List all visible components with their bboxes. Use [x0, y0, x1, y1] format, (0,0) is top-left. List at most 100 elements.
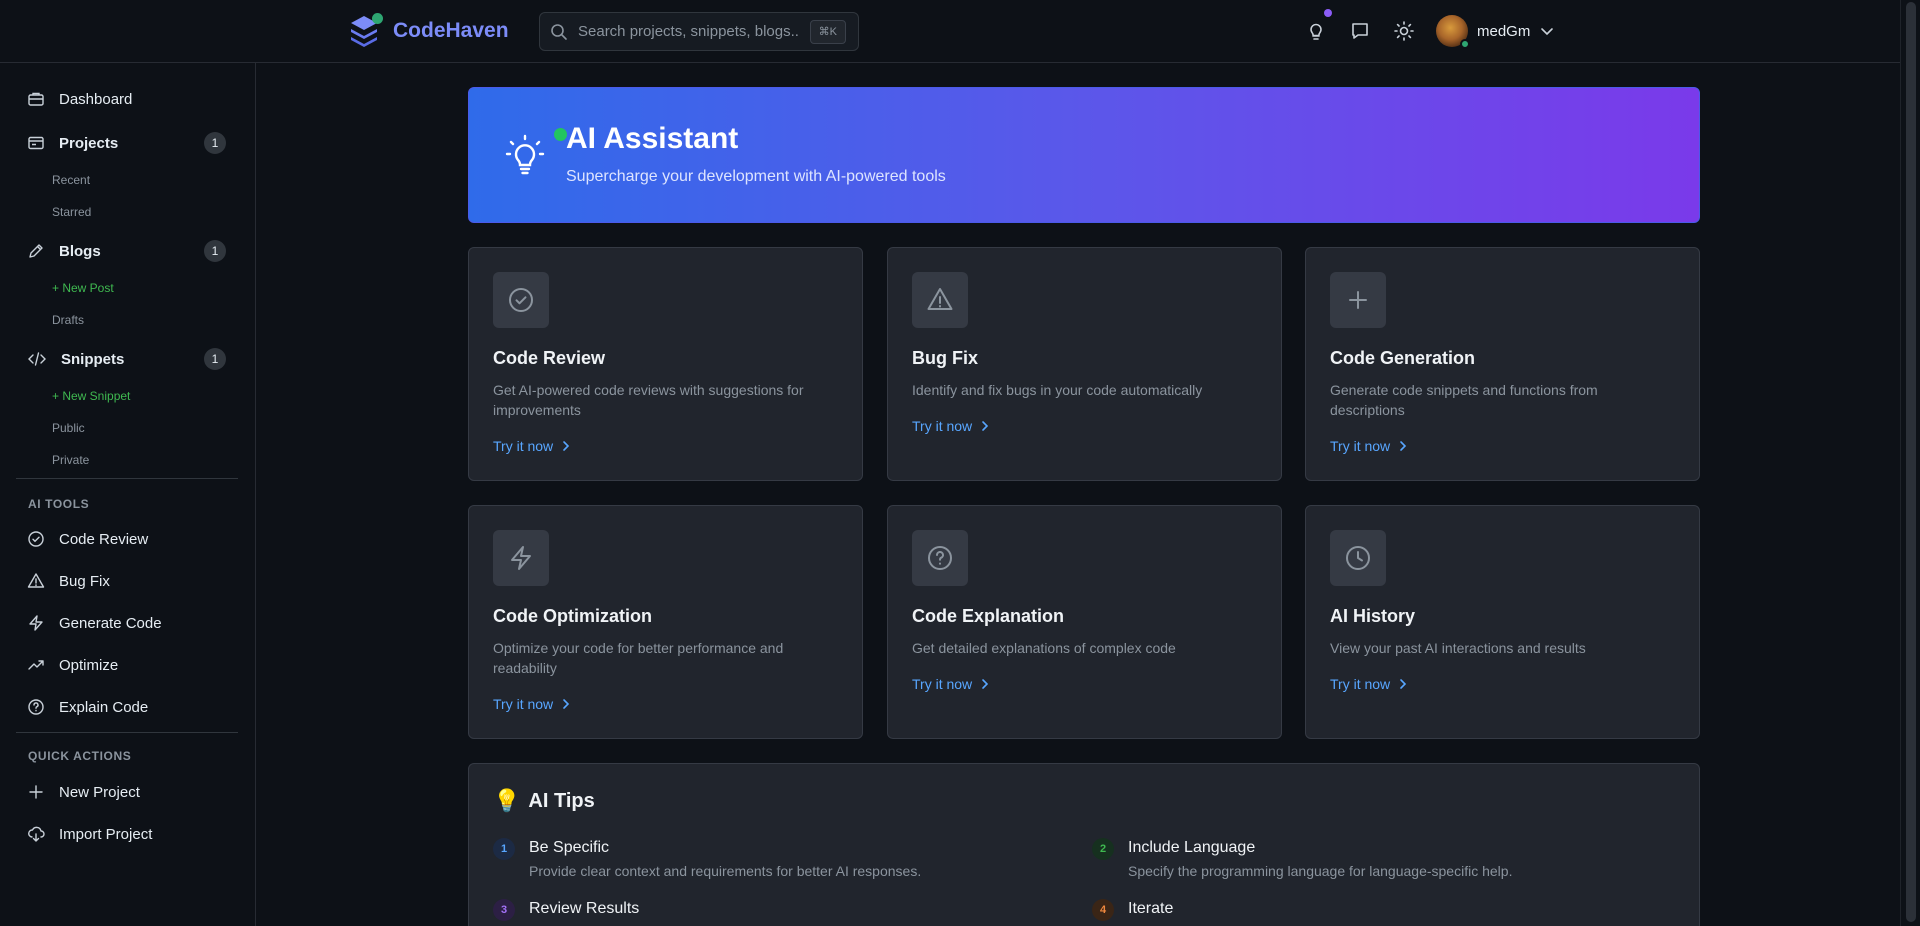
sidebar-subitem-drafts[interactable]: Drafts	[52, 313, 84, 327]
sidebar-item-label: Snippets	[61, 350, 125, 368]
sidebar-item-bug-fix[interactable]: Bug Fix	[27, 569, 110, 593]
sidebar-subitem-new-snippet[interactable]: + New Snippet	[52, 389, 130, 403]
try-it-now-link[interactable]: Try it now	[1330, 676, 1408, 692]
quick-actions-heading: QUICK ACTIONS	[28, 749, 132, 763]
ai-assistant-button[interactable]	[1304, 9, 1332, 43]
sun-icon	[1392, 19, 1416, 43]
try-it-now-link[interactable]: Try it now	[912, 676, 990, 692]
trending-up-icon	[27, 656, 45, 674]
sidebar: Dashboard Projects 1 Recent Starred Blog…	[0, 63, 256, 926]
blogs-count-badge: 1	[204, 240, 226, 262]
try-it-now-link[interactable]: Try it now	[1330, 438, 1408, 454]
card-description: Get detailed explanations of complex cod…	[912, 640, 1176, 656]
try-it-now-link[interactable]: Try it now	[493, 438, 571, 454]
link-label: Try it now	[1330, 676, 1391, 692]
card-ai-history[interactable]: AI History View your past AI interaction…	[1305, 505, 1700, 739]
theme-toggle-button[interactable]	[1392, 19, 1416, 43]
tips-heading: AI Tips	[528, 789, 595, 812]
chevron-right-icon	[553, 698, 571, 710]
card-icon-tile	[1330, 272, 1386, 328]
avatar	[1436, 15, 1470, 49]
snippets-count-badge: 1	[204, 348, 226, 370]
card-icon-tile	[1330, 530, 1386, 586]
question-circle-icon	[27, 698, 45, 716]
sidebar-subitem-starred[interactable]: Starred	[52, 205, 91, 219]
briefcase-icon	[27, 90, 45, 108]
card-description: View your past AI interactions and resul…	[1330, 640, 1586, 656]
chevron-right-icon	[972, 420, 990, 432]
sidebar-item-dashboard[interactable]: Dashboard	[27, 87, 132, 111]
sidebar-item-generate-code[interactable]: Generate Code	[27, 611, 162, 635]
notification-dot	[1324, 9, 1332, 17]
card-code-optimization[interactable]: Code Optimization Optimize your code for…	[468, 505, 863, 739]
pencil-icon	[27, 242, 45, 260]
sidebar-item-label: Explain Code	[59, 698, 149, 716]
card-description: Identify and fix bugs in your code autom…	[912, 382, 1203, 398]
tip-description: Specify the programming language for lan…	[1128, 863, 1513, 879]
card-title: Bug Fix	[912, 348, 978, 368]
username: medGm	[1477, 22, 1531, 40]
sidebar-item-label: Bug Fix	[59, 572, 110, 590]
try-it-now-link[interactable]: Try it now	[493, 696, 571, 712]
card-title: Code Explanation	[912, 606, 1065, 626]
sidebar-item-label: Optimize	[59, 656, 119, 674]
sidebar-item-new-project[interactable]: New Project	[27, 780, 140, 804]
projects-count-badge: 1	[204, 132, 226, 154]
card-icon-tile	[493, 272, 549, 328]
chevron-down-icon	[1540, 24, 1554, 38]
card-description: Get AI-powered code reviews with suggest…	[493, 382, 804, 418]
chevron-right-icon	[972, 678, 990, 690]
chevron-right-icon	[1390, 678, 1408, 690]
card-icon-tile	[912, 272, 968, 328]
sidebar-item-explain-code[interactable]: Explain Code	[27, 695, 148, 719]
page-scrollbar[interactable]	[1900, 0, 1920, 926]
lightbulb-emoji-icon: 💡	[493, 788, 521, 813]
lightning-icon	[507, 544, 535, 572]
cloud-download-icon	[27, 825, 45, 843]
sidebar-item-optimize[interactable]: Optimize	[27, 653, 118, 677]
online-status-dot	[1460, 39, 1470, 49]
sidebar-subitem-new-post[interactable]: + New Post	[52, 281, 114, 295]
link-label: Try it now	[1330, 438, 1391, 454]
messages-button[interactable]	[1348, 19, 1372, 43]
chat-icon	[1348, 19, 1372, 43]
card-icon-tile	[493, 530, 549, 586]
folder-card-icon	[27, 134, 45, 152]
app-logo[interactable]: CodeHaven	[349, 13, 509, 48]
card-title: Code Generation	[1330, 348, 1476, 368]
sidebar-subitem-private[interactable]: Private	[52, 453, 89, 467]
search-icon	[550, 23, 568, 41]
card-code-review[interactable]: Code Review Get AI-powered code reviews …	[468, 247, 863, 481]
card-code-explanation[interactable]: Code Explanation Get detailed explanatio…	[887, 505, 1282, 739]
card-bug-fix[interactable]: Bug Fix Identify and fix bugs in your co…	[887, 247, 1282, 481]
sidebar-item-code-review[interactable]: Code Review	[27, 527, 148, 551]
sidebar-item-label: Generate Code	[59, 614, 162, 632]
check-circle-icon	[507, 286, 535, 314]
code-icon	[27, 350, 47, 368]
plus-icon	[27, 783, 45, 801]
search-box[interactable]: ⌘K	[539, 12, 859, 51]
clock-icon	[1344, 544, 1372, 572]
scrollbar-thumb[interactable]	[1906, 2, 1916, 922]
sidebar-divider	[16, 732, 238, 733]
page-subtitle: Supercharge your development with AI-pow…	[566, 168, 946, 185]
layers-logo-icon	[349, 13, 383, 48]
sidebar-subitem-recent[interactable]: Recent	[52, 173, 90, 187]
sidebar-item-label: Projects	[59, 134, 119, 152]
sidebar-item-import-project[interactable]: Import Project	[27, 822, 152, 846]
sidebar-item-projects[interactable]: Projects	[27, 131, 118, 155]
link-label: Try it now	[493, 438, 554, 454]
sidebar-item-blogs[interactable]: Blogs	[27, 239, 101, 263]
sidebar-item-snippets[interactable]: Snippets	[27, 347, 124, 371]
card-title: Code Optimization	[493, 606, 652, 626]
try-it-now-link[interactable]: Try it now	[912, 418, 990, 434]
check-circle-icon	[27, 530, 45, 548]
card-code-generation[interactable]: Code Generation Generate code snippets a…	[1305, 247, 1700, 481]
search-input[interactable]	[578, 23, 800, 40]
lightbulb-icon	[1304, 19, 1328, 43]
sidebar-subitem-public[interactable]: Public	[52, 421, 85, 435]
plus-icon	[1344, 286, 1372, 314]
user-menu[interactable]: medGm	[1436, 15, 1554, 49]
chevron-right-icon	[553, 440, 571, 452]
sidebar-item-label: Import Project	[59, 825, 153, 843]
